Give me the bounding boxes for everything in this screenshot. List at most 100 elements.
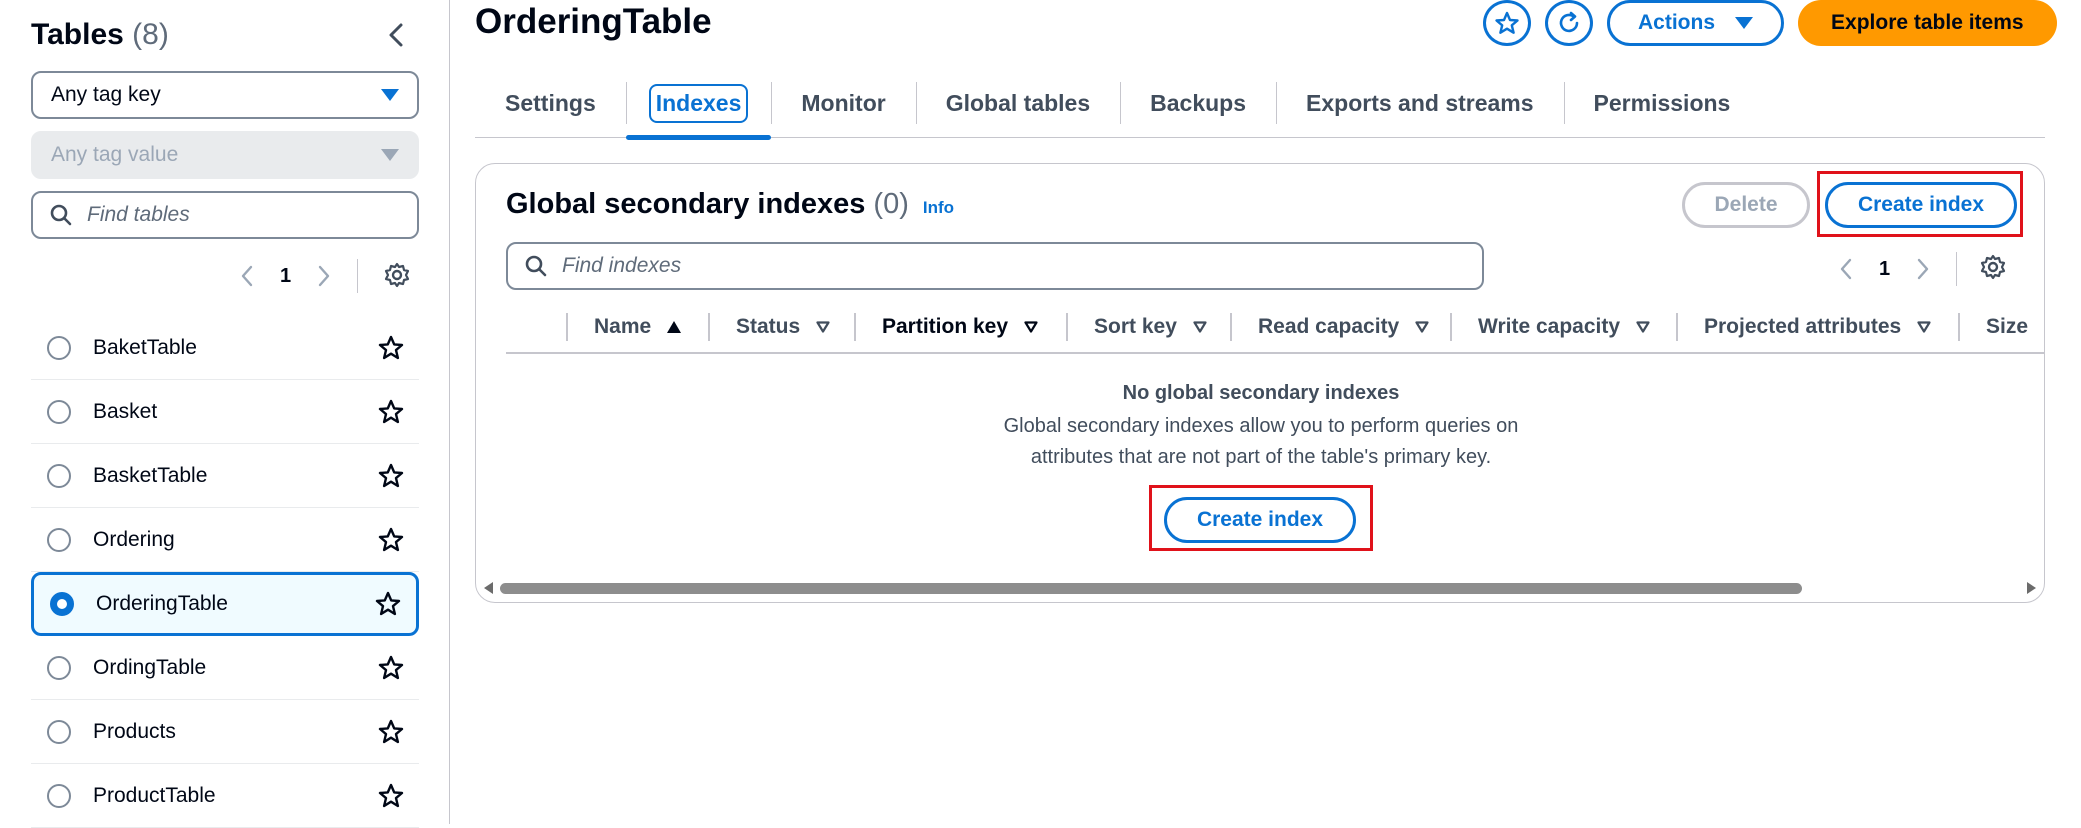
refresh-icon	[1559, 11, 1579, 33]
tab-label: Exports and streams	[1306, 90, 1534, 116]
table-radio[interactable]	[47, 399, 71, 424]
table-list-item[interactable]: BasketTable	[31, 444, 419, 508]
tab-settings[interactable]: Settings	[475, 80, 626, 138]
table-list-item[interactable]: BaketTable	[31, 316, 419, 380]
table-name: BasketTable	[93, 463, 208, 487]
star-icon[interactable]	[377, 718, 405, 746]
tab-permissions[interactable]: Permissions	[1563, 80, 1761, 138]
pager-divider	[357, 259, 369, 293]
scroll-left-icon[interactable]	[484, 582, 493, 594]
table-list-item[interactable]: Products	[31, 700, 419, 764]
table-list-item[interactable]: ProductTable	[31, 764, 419, 828]
pager-divider	[1956, 252, 1968, 286]
refresh-button[interactable]	[1545, 0, 1593, 46]
table-name: Ordering	[93, 527, 175, 551]
sort-icon	[1636, 321, 1650, 333]
highlight-box-create-index-empty	[1149, 485, 1373, 551]
table-radio[interactable]	[47, 527, 71, 552]
caret-down-icon	[1735, 17, 1754, 29]
table-name: Basket	[93, 399, 158, 423]
find-tables-placeholder: Find tables	[87, 203, 190, 226]
table-radio[interactable]	[47, 783, 71, 808]
column-projected-attributes[interactable]: Projected attributes	[1676, 301, 1958, 353]
column-size[interactable]: Size	[1958, 301, 2044, 353]
star-icon	[1495, 11, 1519, 34]
table-name: Products	[93, 719, 176, 743]
collapse-sidebar-button[interactable]	[381, 20, 411, 50]
actions-dropdown-button[interactable]: Actions	[1607, 0, 1785, 46]
star-icon[interactable]	[377, 334, 405, 362]
star-icon[interactable]	[377, 654, 405, 682]
column-partition-key[interactable]: Partition key	[854, 301, 1066, 353]
column-projected-attributes-label: Projected attributes	[1704, 315, 1902, 338]
column-status[interactable]: Status	[708, 301, 854, 353]
gsi-preferences-button[interactable]	[1978, 252, 2008, 282]
sort-icon	[1193, 321, 1207, 333]
delete-index-button: Delete	[1682, 182, 1810, 228]
actions-label: Actions	[1638, 11, 1716, 34]
current-page-number[interactable]: 1	[280, 265, 291, 288]
scroll-right-icon[interactable]	[2027, 582, 2036, 594]
star-icon[interactable]	[377, 526, 405, 554]
tab-monitor[interactable]: Monitor	[771, 80, 915, 138]
table-radio[interactable]	[47, 463, 71, 488]
table-radio[interactable]	[47, 335, 71, 360]
star-icon[interactable]	[374, 590, 402, 618]
sort-icon	[1024, 321, 1038, 333]
column-write-capacity[interactable]: Write capacity	[1450, 301, 1676, 353]
info-link[interactable]: Info	[923, 198, 954, 218]
star-icon[interactable]	[377, 462, 405, 490]
current-page-number[interactable]: 1	[1879, 258, 1890, 281]
sidebar-title-text: Tables	[31, 18, 124, 51]
sidebar-preferences-button[interactable]	[382, 260, 412, 290]
table-name: BaketTable	[93, 335, 197, 359]
previous-page-icon[interactable]	[240, 264, 254, 288]
explore-table-items-button[interactable]: Explore table items	[1798, 0, 2057, 46]
tab-label: Backups	[1150, 90, 1247, 116]
table-radio[interactable]	[47, 655, 71, 680]
table-list-item[interactable]: Ordering	[31, 508, 419, 572]
column-name-label: Name	[594, 315, 652, 338]
tab-indexes[interactable]: Indexes	[625, 80, 772, 140]
empty-state-title: No global secondary indexes	[1122, 382, 1400, 404]
column-sort-key[interactable]: Sort key	[1066, 301, 1230, 353]
previous-page-icon[interactable]	[1839, 257, 1853, 281]
caret-down-icon	[381, 149, 399, 161]
star-icon[interactable]	[377, 782, 405, 810]
find-indexes-input[interactable]: Find indexes	[506, 242, 1484, 290]
horizontal-scrollbar[interactable]	[484, 580, 2036, 596]
column-read-capacity-label: Read capacity	[1258, 315, 1400, 338]
table-list-item[interactable]: Basket	[31, 380, 419, 444]
tab-global-tables[interactable]: Global tables	[915, 80, 1120, 138]
empty-state-description: Global secondary indexes allow you to pe…	[476, 411, 2044, 473]
tables-sidebar: Tables (8) Any tag key Any tag value Fin…	[0, 0, 450, 828]
gsi-count: (0)	[873, 188, 909, 220]
column-status-label: Status	[736, 315, 801, 338]
sort-icon	[816, 321, 830, 333]
table-list-item[interactable]: OrderingTable	[31, 572, 419, 636]
next-page-icon[interactable]	[1916, 257, 1930, 281]
favorite-button[interactable]	[1483, 0, 1531, 46]
sort-icon	[1415, 321, 1429, 333]
star-icon[interactable]	[377, 398, 405, 426]
gsi-title: Global secondary indexes	[506, 188, 866, 220]
find-tables-input[interactable]: Find tables	[31, 191, 419, 239]
tab-backups[interactable]: Backups	[1120, 80, 1276, 138]
column-name[interactable]: Name	[566, 301, 708, 353]
column-sort-key-label: Sort key	[1094, 315, 1177, 338]
column-partition-key-label: Partition key	[882, 315, 1009, 338]
tag-key-select[interactable]: Any tag key	[31, 71, 419, 119]
gsi-pagination: 1	[1839, 252, 1968, 286]
column-read-capacity[interactable]: Read capacity	[1230, 301, 1450, 353]
scrollbar-thumb[interactable]	[500, 583, 1802, 594]
table-radio[interactable]	[50, 592, 74, 616]
tag-value-select-value: Any tag value	[51, 143, 179, 166]
tag-key-select-value: Any tag key	[51, 83, 161, 106]
tab-exports-and-streams[interactable]: Exports and streams	[1276, 80, 1564, 138]
sort-icon	[1917, 321, 1931, 333]
table-list-item[interactable]: OrdingTable	[31, 636, 419, 700]
empty-state-line-2: attributes that are not part of the tabl…	[1030, 446, 1492, 468]
table-radio[interactable]	[47, 719, 71, 744]
next-page-icon[interactable]	[317, 264, 331, 288]
tab-label: Global tables	[945, 90, 1091, 116]
